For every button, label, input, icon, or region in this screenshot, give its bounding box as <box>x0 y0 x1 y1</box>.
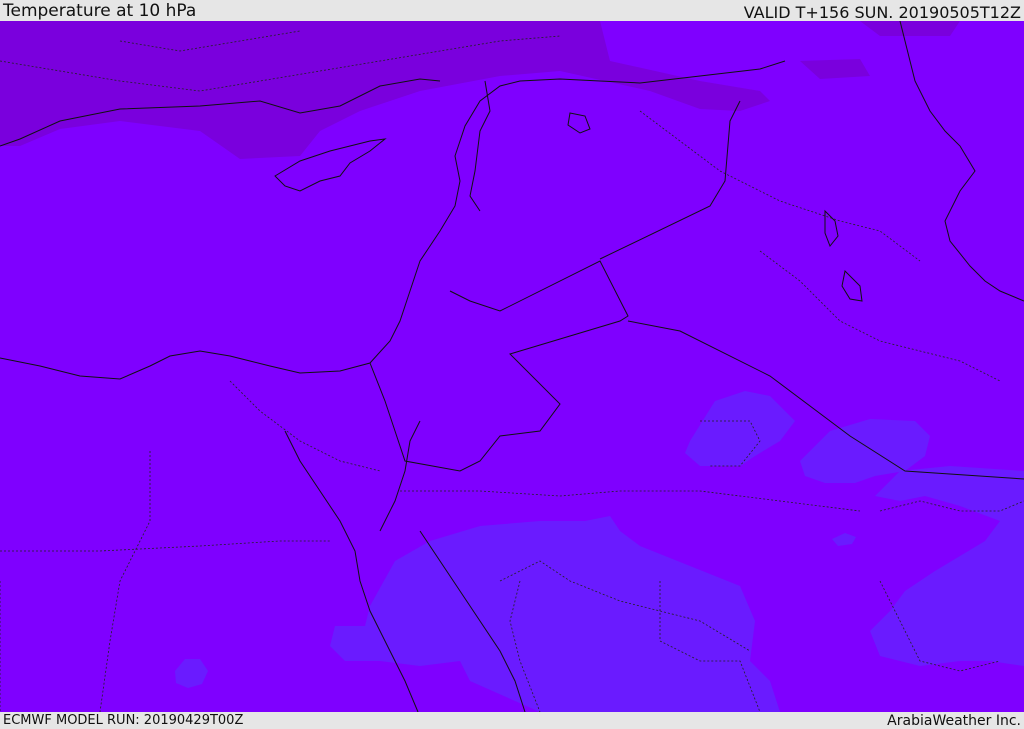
model-run-label: ECMWF MODEL RUN: 20190429T00Z <box>3 713 244 728</box>
temperature-map <box>0 21 1024 712</box>
map-footer: ECMWF MODEL RUN: 20190429T00Z ArabiaWeat… <box>0 712 1024 729</box>
map-title: Temperature at 10 hPa <box>3 1 197 21</box>
credit-label: ArabiaWeather Inc. <box>887 713 1021 729</box>
map-header: Temperature at 10 hPa VALID T+156 SUN. 2… <box>0 0 1024 21</box>
weather-map-frame: Temperature at 10 hPa VALID T+156 SUN. 2… <box>0 0 1024 729</box>
valid-time-label: VALID T+156 SUN. 20190505T12Z <box>743 3 1021 22</box>
